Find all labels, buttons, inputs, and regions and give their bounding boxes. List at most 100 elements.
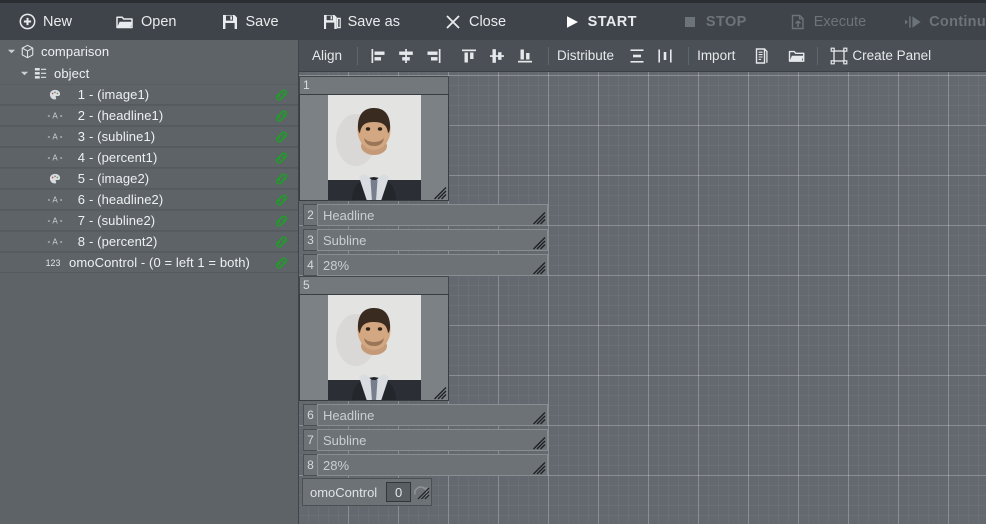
resize-grip[interactable]: [433, 386, 447, 400]
tree-item-subline2[interactable]: A 7 - (subline2): [0, 210, 298, 231]
align-toolbar: Align: [299, 40, 986, 72]
link-chain-icon[interactable]: [274, 87, 289, 102]
tree-item-percent1[interactable]: A 4 - (percent1): [0, 147, 298, 168]
resize-grip[interactable]: [532, 211, 546, 225]
floppy-disk-icon: [221, 13, 239, 31]
text-widget-number: 3: [303, 229, 317, 251]
percent2-value: 28%: [323, 458, 349, 473]
execute-button[interactable]: Execute: [779, 4, 876, 40]
create-panel-label: Create Panel: [852, 48, 931, 63]
subline1-input[interactable]: Subline: [317, 229, 548, 251]
align-bottom-icon[interactable]: [512, 43, 538, 69]
image-widget-number: 5: [303, 278, 310, 292]
link-chain-icon[interactable]: [274, 213, 289, 228]
text-widget-2[interactable]: 2 Headline: [303, 204, 548, 226]
image-widget-frame[interactable]: [299, 94, 449, 201]
subline2-value: Subline: [323, 433, 366, 448]
image-widget-frame[interactable]: [299, 294, 449, 401]
new-button[interactable]: New: [8, 4, 82, 40]
tree-item-label: - (image1): [89, 87, 149, 102]
tree-root-comparison[interactable]: comparison: [0, 40, 298, 62]
design-canvas[interactable]: 1: [299, 72, 986, 524]
omocontrol-widget[interactable]: omoControl 0: [302, 478, 432, 506]
align-center-vertical-icon[interactable]: [484, 43, 510, 69]
toolbar-divider: [548, 47, 549, 65]
resize-grip[interactable]: [532, 411, 546, 425]
tree-item-image2[interactable]: 5 - (image2): [0, 168, 298, 189]
link-chain-icon[interactable]: [274, 108, 289, 123]
tree-item-omocontrol[interactable]: 123 omoControl - (0 = left 1 = both): [0, 252, 298, 273]
resize-grip[interactable]: [532, 436, 546, 450]
image-widget-1[interactable]: 1: [299, 76, 449, 201]
new-button-label: New: [43, 14, 72, 30]
save-button[interactable]: Save: [211, 4, 289, 40]
resize-grip[interactable]: [433, 186, 447, 200]
tree-item-image1[interactable]: 1 - (image1): [0, 84, 298, 105]
rotate-spinner-icon[interactable]: [411, 481, 431, 503]
close-x-icon: [444, 13, 462, 31]
chevron-down-icon[interactable]: [6, 46, 17, 57]
continue-button[interactable]: Continu: [894, 4, 986, 40]
percent1-input[interactable]: 28%: [317, 254, 548, 276]
stop-button[interactable]: STOP: [671, 4, 757, 40]
omocontrol-value-field[interactable]: 0: [386, 482, 411, 502]
text-widget-number: 4: [303, 254, 317, 276]
save-as-button[interactable]: Save as: [313, 4, 410, 40]
tree-item-number: 3: [69, 129, 85, 144]
distribute-horizontal-icon[interactable]: [652, 43, 678, 69]
align-left-icon[interactable]: [365, 43, 391, 69]
tree-item-headline2[interactable]: A 6 - (headline2): [0, 189, 298, 210]
text-icon: A: [47, 150, 63, 166]
tree-item-label: - (image2): [89, 171, 149, 186]
tree-item-number: 1: [69, 87, 85, 102]
create-panel-button[interactable]: Create Panel: [824, 47, 937, 65]
text-widget-3[interactable]: 3 Subline: [303, 229, 548, 251]
text-widget-8[interactable]: 8 28%: [303, 454, 548, 476]
text-widget-number: 8: [303, 454, 317, 476]
stop-button-label: STOP: [706, 14, 747, 30]
tree-item-percent2[interactable]: A 8 - (percent2): [0, 231, 298, 252]
link-chain-icon[interactable]: [274, 150, 289, 165]
distribute-vertical-icon[interactable]: [624, 43, 650, 69]
tree-item-label: - (headline2): [89, 192, 163, 207]
link-chain-icon[interactable]: [274, 171, 289, 186]
toolbar-divider: [817, 47, 818, 65]
main-toolbar: New Open: [0, 0, 986, 40]
image-widget-5[interactable]: 5: [299, 276, 449, 401]
start-button[interactable]: START: [553, 4, 647, 40]
object-tree-sidebar[interactable]: comparison object: [0, 40, 299, 524]
text-widget-7[interactable]: 7 Subline: [303, 429, 548, 451]
headline1-input[interactable]: Headline: [317, 204, 548, 226]
align-right-icon[interactable]: [421, 43, 447, 69]
tree-item-headline1[interactable]: A 2 - (headline1): [0, 105, 298, 126]
svg-text:123: 123: [46, 258, 61, 268]
link-chain-icon[interactable]: [274, 192, 289, 207]
subline2-input[interactable]: Subline: [317, 429, 548, 451]
link-chain-icon[interactable]: [274, 129, 289, 144]
tree-group-object[interactable]: object: [0, 62, 298, 84]
tree-group-label: object: [54, 66, 89, 81]
resize-grip[interactable]: [532, 261, 546, 275]
omocontrol-label: omoControl: [303, 485, 386, 500]
link-chain-icon[interactable]: [274, 255, 289, 270]
resize-grip[interactable]: [532, 236, 546, 250]
portrait-photo: [328, 95, 421, 200]
percent2-input[interactable]: 28%: [317, 454, 548, 476]
chevron-down-icon[interactable]: [19, 68, 30, 79]
save-button-label: Save: [246, 14, 279, 30]
import-document-icon[interactable]: [749, 43, 775, 69]
start-button-label: START: [588, 14, 637, 30]
align-top-icon[interactable]: [456, 43, 482, 69]
open-button[interactable]: Open: [106, 4, 186, 40]
close-button[interactable]: Close: [434, 4, 516, 40]
import-folder-icon[interactable]: [784, 43, 810, 69]
link-chain-icon[interactable]: [274, 234, 289, 249]
align-center-horizontal-icon[interactable]: [393, 43, 419, 69]
tree-item-subline1[interactable]: A 3 - (subline1): [0, 126, 298, 147]
folder-open-icon: [116, 13, 134, 31]
text-widget-6[interactable]: 6 Headline: [303, 404, 548, 426]
subline1-value: Subline: [323, 233, 366, 248]
text-widget-4[interactable]: 4 28%: [303, 254, 548, 276]
resize-grip[interactable]: [532, 461, 546, 475]
headline2-input[interactable]: Headline: [317, 404, 548, 426]
